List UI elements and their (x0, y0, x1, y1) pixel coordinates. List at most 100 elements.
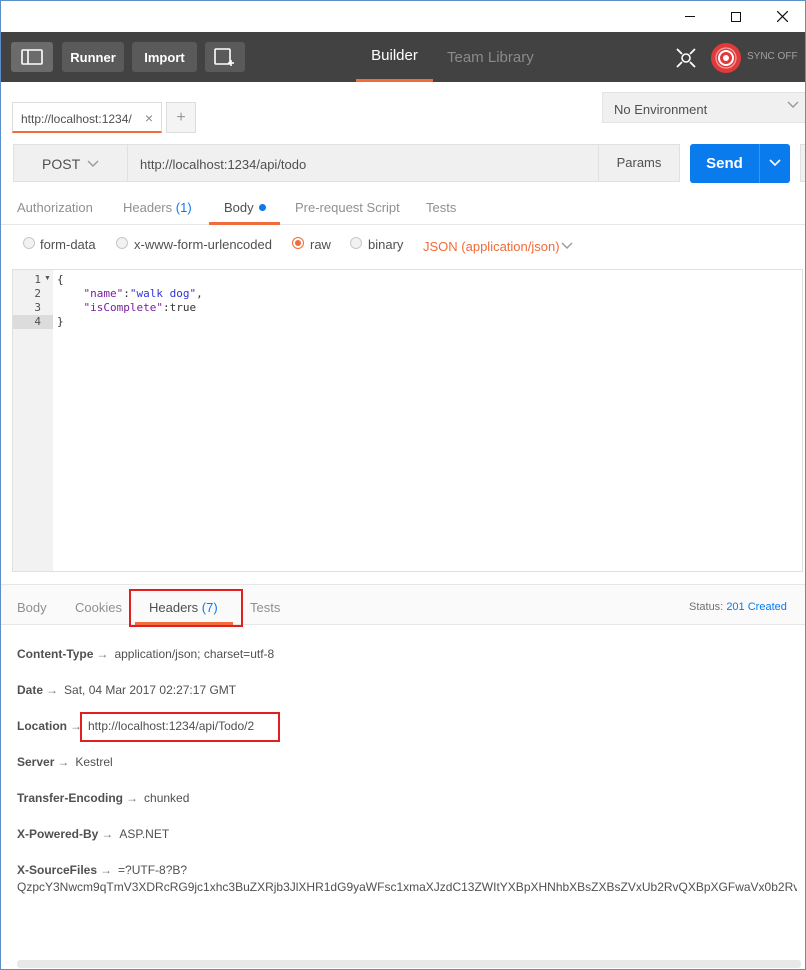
body-editor[interactable]: 1 ▼ 2 3 4 { "name":"walk dog", "isComple… (12, 269, 803, 572)
header-value: Sat, 04 Mar 2017 02:27:17 GMT (64, 683, 237, 697)
fold-arrow-icon[interactable]: ▼ (44, 275, 51, 282)
tab-body[interactable]: Body (224, 200, 266, 215)
chevron-down-icon (787, 101, 799, 108)
code-line: { (57, 273, 64, 286)
tab-tests[interactable]: Tests (426, 200, 456, 215)
json-string: "walk dog" (129, 287, 197, 300)
method-select[interactable]: POST (13, 144, 128, 182)
chevron-down-icon[interactable] (561, 242, 573, 250)
tab-builder[interactable]: Builder (356, 32, 433, 82)
url-input[interactable]: http://localhost:1234/api/todo (128, 144, 599, 182)
save-button-edge[interactable] (800, 144, 805, 182)
send-button[interactable]: Send (690, 144, 759, 183)
arrow-icon: → (100, 863, 113, 877)
arrow-icon: → (57, 755, 70, 769)
tab-team-library[interactable]: Team Library (447, 32, 534, 82)
radio-raw-label[interactable]: raw (310, 237, 331, 252)
response-header-row: Transfer-Encoding → chunked (17, 791, 189, 805)
sync-button[interactable] (711, 43, 741, 73)
code-text: { (57, 273, 64, 286)
resp-tab-body[interactable]: Body (17, 600, 47, 615)
header-key: Content-Type (17, 647, 94, 661)
minimize-icon (685, 16, 695, 17)
content-type-select[interactable]: JSON (application/json) (423, 239, 560, 254)
code-line: } (57, 315, 64, 328)
tab-headers[interactable]: Headers (1) (123, 200, 192, 215)
resp-tab-cookies[interactable]: Cookies (75, 600, 122, 615)
status-label: Status: (689, 601, 724, 613)
interceptor-icon[interactable] (674, 46, 698, 70)
arrow-icon: → (101, 827, 114, 841)
toggle-sidebar-button[interactable] (11, 42, 53, 72)
request-tab[interactable]: http://localhost:1234/ × (12, 102, 162, 133)
body-type-options: form-data x-www-form-urlencoded raw bina… (1, 231, 805, 261)
header-key: Server (17, 755, 55, 769)
environment-selected: No Environment (614, 102, 708, 117)
tab-pre-request-script[interactable]: Pre-request Script (295, 200, 400, 215)
minimize-button[interactable] (667, 1, 713, 32)
active-tab-underline (209, 222, 280, 225)
header-key: Location (17, 719, 67, 733)
main-toolbar: Runner Import Builder Team Library SYNC … (1, 32, 805, 82)
status-value: 201 Created (726, 601, 787, 613)
radio-urlencoded-label[interactable]: x-www-form-urlencoded (134, 237, 272, 252)
close-tab-icon[interactable]: × (145, 110, 153, 126)
new-tab-button[interactable] (205, 42, 245, 72)
params-button[interactable]: Params (598, 144, 680, 182)
add-tab-button[interactable]: + (166, 102, 196, 133)
runner-button[interactable]: Runner (62, 42, 124, 72)
title-bar (1, 1, 805, 32)
response-header-row: X-Powered-By → ASP.NET (17, 827, 169, 841)
json-value: true (169, 301, 197, 314)
tab-authorization[interactable]: Authorization (17, 200, 93, 215)
response-header-row: Server → Kestrel (17, 755, 113, 769)
environment-select[interactable]: No Environment (602, 92, 805, 123)
header-value: Kestrel (75, 755, 113, 769)
json-comma: , (196, 287, 203, 300)
header-value: ASP.NET (119, 827, 170, 841)
tab-headers-count: (1) (175, 200, 192, 215)
header-key: X-SourceFiles (17, 863, 98, 877)
close-window-button[interactable] (759, 1, 805, 32)
tab-headers-label: Headers (123, 200, 173, 215)
maximize-button[interactable] (713, 1, 759, 32)
chevron-down-icon (87, 160, 99, 167)
response-header-row: X-SourceFiles → =?UTF-8?B? (17, 863, 187, 877)
new-window-icon (214, 48, 234, 66)
request-tab-label: http://localhost:1234/ (21, 112, 132, 126)
close-icon (776, 11, 788, 22)
response-status: Status: 201 Created (689, 601, 787, 613)
header-key: Date (17, 683, 44, 697)
import-button[interactable]: Import (132, 42, 197, 72)
arrow-icon: → (46, 683, 59, 697)
code-line: "name":"walk dog", (57, 287, 203, 300)
radio-form-data-label[interactable]: form-data (40, 237, 96, 252)
header-value: =?UTF-8?B? (118, 863, 188, 877)
horizontal-scrollbar[interactable] (17, 960, 801, 968)
sidebar-icon (21, 49, 43, 65)
arrow-icon: → (96, 647, 109, 661)
line-number: 4 (34, 315, 41, 328)
resp-tab-tests[interactable]: Tests (250, 600, 280, 615)
radio-urlencoded[interactable] (116, 237, 128, 249)
annotation-highlight-box (129, 589, 243, 627)
radio-raw[interactable] (292, 237, 304, 249)
send-options-button[interactable] (759, 144, 790, 183)
code-text: } (57, 315, 64, 328)
radio-form-data[interactable] (23, 237, 35, 249)
json-separator: : (123, 287, 130, 300)
arrow-icon: → (126, 791, 139, 805)
response-tabs: Body Cookies Headers (7) Tests Status: 2… (1, 584, 805, 627)
sync-status-label: SYNC OFF (747, 51, 798, 62)
radio-binary-label[interactable]: binary (368, 237, 403, 252)
response-header-row: Date → Sat, 04 Mar 2017 02:27:17 GMT (17, 683, 236, 697)
request-section-tabs: Authorization Headers (1) Body Pre-reque… (1, 191, 805, 225)
body-indicator-dot (258, 204, 266, 211)
sync-icon (715, 47, 737, 69)
header-value-continued: QzpcY3Nwcm9qTmV3XDRcRG9jc1xhc3BuZXRjb3Jl… (17, 880, 797, 894)
line-number: 3 (34, 301, 41, 314)
radio-binary[interactable] (350, 237, 362, 249)
json-key: "name" (83, 287, 124, 300)
header-key: X-Powered-By (17, 827, 99, 841)
